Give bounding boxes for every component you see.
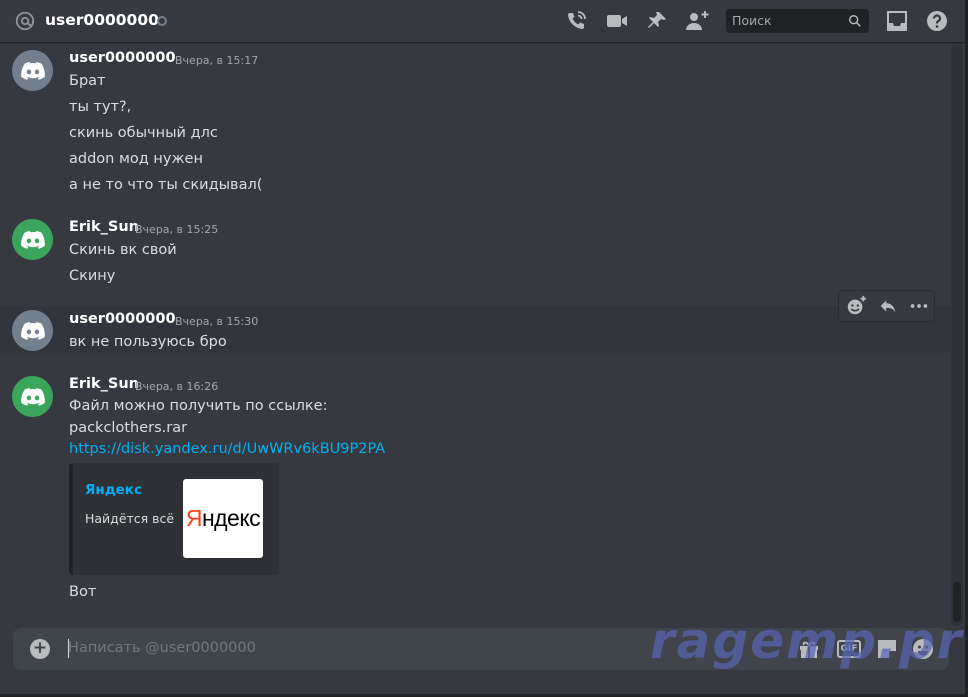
offline-status-icon (157, 16, 167, 26)
phone-call-icon[interactable] (564, 9, 588, 33)
avatar[interactable] (12, 376, 53, 417)
add-reaction-icon[interactable] (844, 295, 868, 317)
more-options-icon[interactable] (907, 295, 931, 317)
video-call-icon[interactable] (605, 9, 629, 33)
message-author[interactable]: user0000000 (69, 50, 176, 66)
discord-logo-icon (20, 61, 45, 80)
avatar[interactable] (12, 310, 53, 351)
help-icon[interactable] (925, 9, 949, 33)
message-input[interactable]: Написать @user0000000 (68, 640, 256, 656)
message-group: user0000000 Вчера, в 15:17 Брат ты тут?,… (0, 44, 950, 194)
search-input[interactable]: Поиск (726, 9, 869, 33)
message-text: Скинь вк свой (69, 242, 177, 258)
message-timestamp: Вчера, в 15:17 (175, 54, 259, 67)
upload-button[interactable]: + (30, 639, 50, 659)
scrollbar-track[interactable] (951, 44, 963, 626)
message-text: Скину (69, 268, 116, 284)
message-author[interactable]: Erik_Sun (69, 219, 139, 235)
add-friend-icon[interactable] (685, 9, 709, 33)
message-group[interactable]: user0000000 Вчера, в 15:30 вк не пользую… (0, 306, 950, 353)
channel-header: user0000000 Поиск (0, 0, 968, 43)
pin-icon[interactable] (645, 9, 669, 33)
watermark: ragemp.pro (650, 612, 968, 670)
message-author[interactable]: user0000000 (69, 311, 176, 327)
message-timestamp: Вчера, в 15:25 (135, 223, 219, 236)
message-text: скинь обычный длс (69, 125, 218, 141)
link-embed: Яндекс Найдётся всё Яндекс (69, 463, 279, 575)
dm-username: user0000000 (45, 11, 159, 29)
message-text: вк не пользуюсь бро (69, 334, 227, 350)
embed-description: Найдётся всё (85, 511, 175, 526)
message-actions-toolbar (838, 290, 935, 322)
message-text: Файл можно получить по ссылке: (69, 398, 328, 414)
search-placeholder: Поиск (732, 13, 772, 28)
message-author[interactable]: Erik_Sun (69, 376, 139, 392)
reply-icon[interactable] (876, 295, 900, 317)
avatar[interactable] (12, 50, 53, 91)
message-text: packclothers.rar (69, 420, 188, 436)
message-text: а не то что ты скидывал( (69, 177, 263, 193)
message-timestamp: Вчера, в 15:30 (175, 315, 259, 328)
embed-provider[interactable]: Яндекс (85, 482, 142, 498)
message-link[interactable]: https://disk.yandex.ru/d/UwWRv6kBU9P2PA (69, 441, 385, 457)
message-timestamp: Вчера, в 16:26 (135, 380, 219, 393)
message-text: Вот (69, 584, 97, 600)
yandex-logo: Яндекс (185, 505, 261, 531)
message-text: ты тут?, (69, 99, 132, 115)
message-text: Брат (69, 73, 106, 89)
inbox-icon[interactable] (885, 9, 909, 33)
discord-logo-icon (20, 230, 45, 249)
discord-logo-icon (20, 321, 45, 340)
message-group: Erik_Sun Вчера, в 15:25 Скинь вк свой Ск… (0, 214, 950, 289)
at-icon (15, 11, 35, 31)
search-icon (849, 15, 861, 27)
message-text: addon мод нужен (69, 151, 203, 167)
plus-icon: + (32, 638, 48, 658)
embed-thumbnail[interactable]: Яндекс (183, 479, 263, 558)
avatar[interactable] (12, 219, 53, 260)
discord-logo-icon (20, 387, 45, 406)
